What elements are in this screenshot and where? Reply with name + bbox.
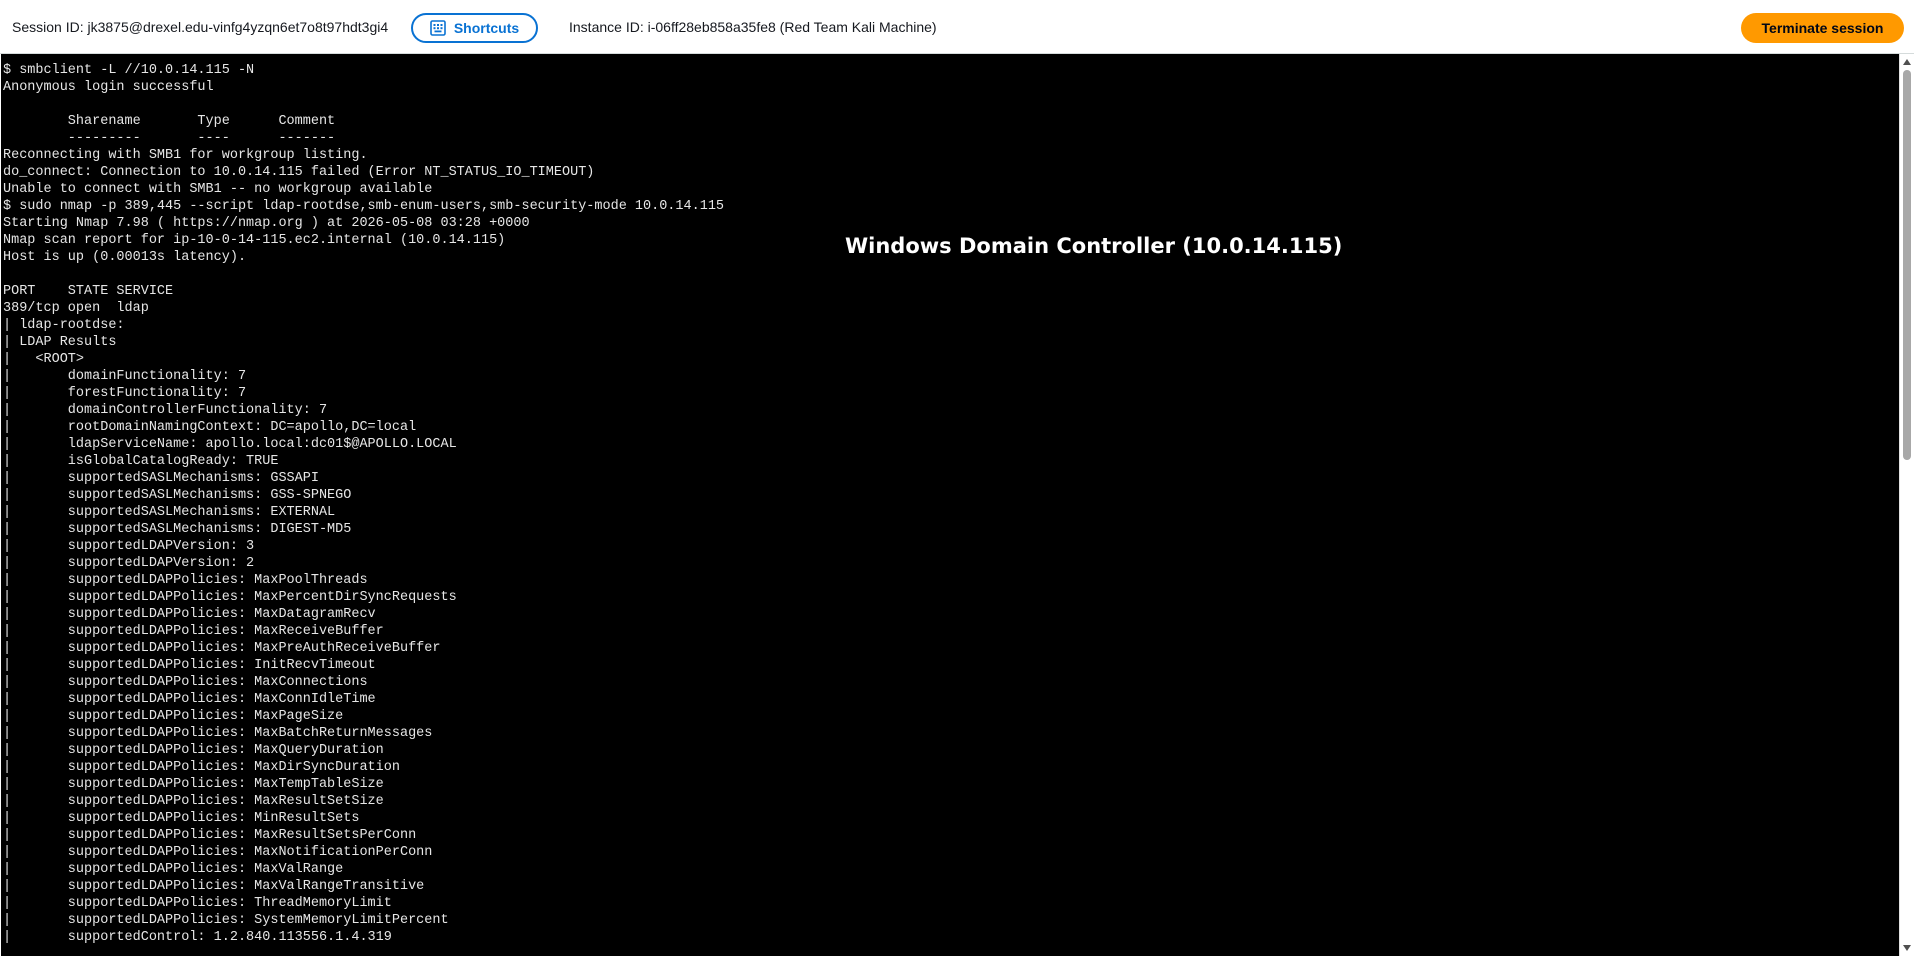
terminal-line: 389/tcp open ldap xyxy=(3,301,149,316)
terminal-line: PORT STATE SERVICE xyxy=(3,284,174,299)
terminal-line: | LDAP Results xyxy=(3,335,117,350)
terminal-line: | forestFunctionality: 7 xyxy=(3,386,247,401)
terminal-line: | supportedLDAPVersion: 3 xyxy=(3,539,255,554)
keyboard-icon xyxy=(430,20,446,36)
terminal-line: | supportedLDAPPolicies: SystemMemoryLim… xyxy=(3,913,449,928)
terminal-line: $ sudo nmap -p 389,445 --script ldap-roo… xyxy=(3,199,725,214)
terminal-line: | supportedLDAPPolicies: MaxNotification… xyxy=(3,845,433,860)
terminal-line: Unable to connect with SMB1 -- no workgr… xyxy=(3,182,433,197)
shortcuts-button[interactable]: Shortcuts xyxy=(411,13,538,43)
terminal-output[interactable]: $ smbclient -L //10.0.14.115 -N Anonymou… xyxy=(1,54,1899,956)
terminal-text: $ smbclient -L //10.0.14.115 -N Anonymou… xyxy=(1,54,1899,946)
terminal-line: do_connect: Connection to 10.0.14.115 fa… xyxy=(3,165,595,180)
terminal-line: | supportedLDAPPolicies: MaxConnections xyxy=(3,675,368,690)
terminal-line: Host is up (0.00013s latency). xyxy=(3,250,247,265)
terminal-line: | isGlobalCatalogReady: TRUE xyxy=(3,454,279,469)
session-header: Session ID: jk3875@drexel.edu-vinfg4yzqn… xyxy=(0,0,1914,54)
terminal-line: | domainFunctionality: 7 xyxy=(3,369,247,384)
terminal-line: | supportedLDAPPolicies: ThreadMemoryLim… xyxy=(3,896,392,911)
terminal-line: | supportedLDAPPolicies: MaxResultSetsPe… xyxy=(3,828,417,843)
terminal-line: | supportedLDAPPolicies: MaxTempTableSiz… xyxy=(3,777,384,792)
terminal-line: | supportedLDAPPolicies: MaxQueryDuratio… xyxy=(3,743,384,758)
terminal-line: | supportedLDAPPolicies: MaxConnIdleTime xyxy=(3,692,376,707)
terminal-line: | supportedLDAPPolicies: MaxValRange xyxy=(3,862,344,877)
terminal-line: | supportedLDAPVersion: 2 xyxy=(3,556,255,571)
scroll-up-arrow-icon[interactable] xyxy=(1903,59,1911,65)
terminal-line: | supportedLDAPPolicies: MaxReceiveBuffe… xyxy=(3,624,384,639)
terminal-line: | supportedLDAPPolicies: InitRecvTimeout xyxy=(3,658,376,673)
terminal-line: Starting Nmap 7.98 ( https://nmap.org ) … xyxy=(3,216,530,231)
terminal-line: | supportedSASLMechanisms: DIGEST-MD5 xyxy=(3,522,352,537)
terminate-session-button[interactable]: Terminate session xyxy=(1741,13,1904,43)
terminal-line: Nmap scan report for ip-10-0-14-115.ec2.… xyxy=(3,233,506,248)
terminal-line: Sharename Type Comment xyxy=(3,114,336,129)
terminal-line: | supportedLDAPPolicies: MinResultSets xyxy=(3,811,360,826)
terminal-line: | supportedLDAPPolicies: MaxValRangeTran… xyxy=(3,879,425,894)
terminal-line: | supportedLDAPPolicies: MaxPreAuthRecei… xyxy=(3,641,441,656)
terminal-line: | ldap-rootdse: xyxy=(3,318,125,333)
shortcuts-label: Shortcuts xyxy=(453,20,520,36)
terminal-line: $ smbclient -L //10.0.14.115 -N xyxy=(3,63,255,78)
terminal-line: | supportedSASLMechanisms: EXTERNAL xyxy=(3,505,336,520)
terminal-line: | supportedLDAPPolicies: MaxDatagramRecv xyxy=(3,607,376,622)
overlay-title: Windows Domain Controller (10.0.14.115) xyxy=(845,234,1343,258)
terminal-line: | ldapServiceName: apollo.local:dc01$@AP… xyxy=(3,437,457,452)
terminal-line: | <ROOT> xyxy=(3,352,85,367)
instance-id-label: Instance ID: i-06ff28eb858a35fe8 (Red Te… xyxy=(569,19,937,35)
terminal-line: | supportedLDAPPolicies: MaxDirSyncDurat… xyxy=(3,760,400,775)
terminal-line: | supportedLDAPPolicies: MaxPercentDirSy… xyxy=(3,590,457,605)
scrollbar-thumb[interactable] xyxy=(1903,70,1911,460)
session-id-label: Session ID: jk3875@drexel.edu-vinfg4yzqn… xyxy=(12,19,389,35)
terminal-line: Reconnecting with SMB1 for workgroup lis… xyxy=(3,148,368,163)
terminal-line: | supportedSASLMechanisms: GSSAPI xyxy=(3,471,319,486)
terminal-line: | supportedControl: 1.2.840.113556.1.4.3… xyxy=(3,930,392,945)
terminal-line: Anonymous login successful xyxy=(3,80,214,95)
terminal-line: | supportedLDAPPolicies: MaxPageSize xyxy=(3,709,344,724)
terminal-line: --------- ---- ------- xyxy=(3,131,336,146)
bottom-border xyxy=(0,956,1914,962)
terminal-line: | supportedSASLMechanisms: GSS-SPNEGO xyxy=(3,488,352,503)
terminal-scrollbar[interactable] xyxy=(1899,54,1914,956)
terminal-line: | supportedLDAPPolicies: MaxBatchReturnM… xyxy=(3,726,433,741)
terminal-line: | supportedLDAPPolicies: MaxResultSetSiz… xyxy=(3,794,384,809)
terminal-line: | supportedLDAPPolicies: MaxPoolThreads xyxy=(3,573,368,588)
terminal-line: | rootDomainNamingContext: DC=apollo,DC=… xyxy=(3,420,417,435)
terminal-line: | domainControllerFunctionality: 7 xyxy=(3,403,328,418)
scroll-down-arrow-icon[interactable] xyxy=(1903,945,1911,951)
